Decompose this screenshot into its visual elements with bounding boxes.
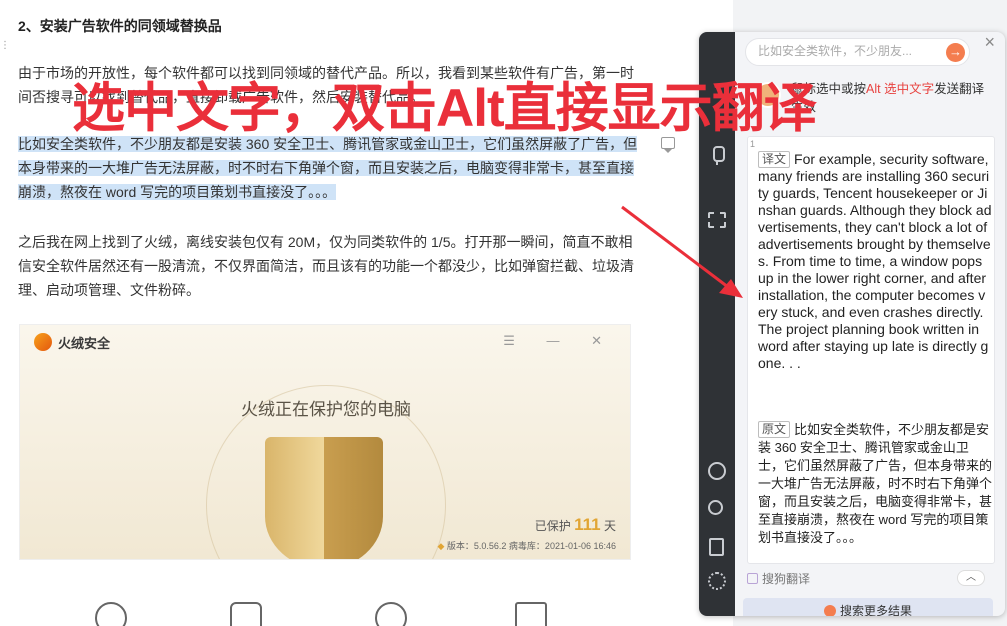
red-arrow-icon	[621, 205, 743, 298]
screen: ⋮ 2、安装广告软件的同领域替换品 由于市场的开放性，每个软件都可以找到同领域的…	[0, 0, 1007, 626]
